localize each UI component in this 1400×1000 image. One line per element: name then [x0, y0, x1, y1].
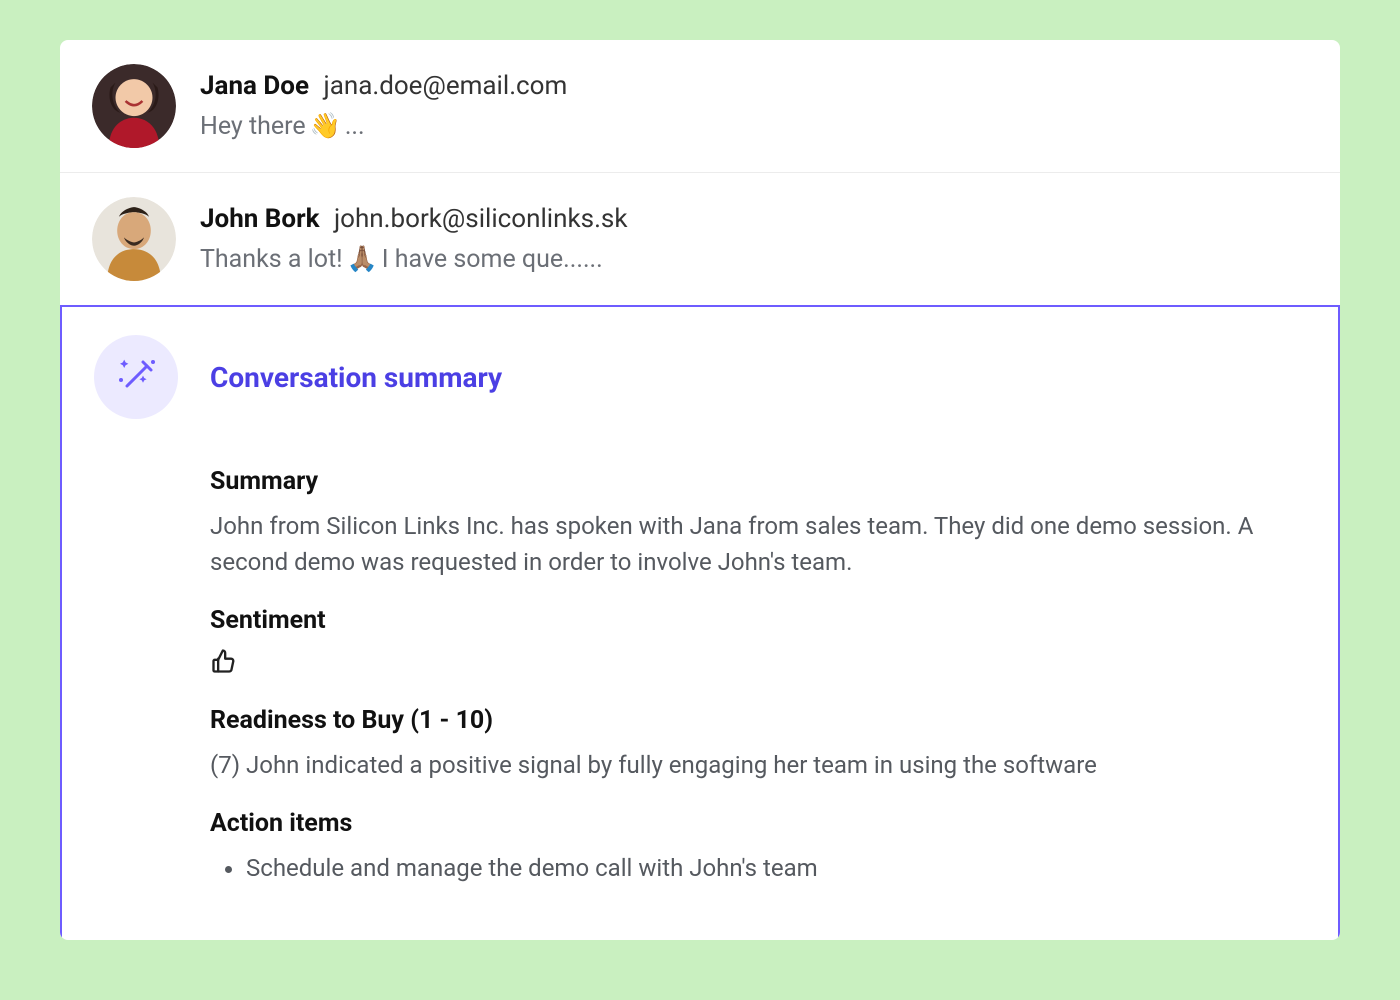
sender-email: jana.doe@email.com — [323, 71, 567, 101]
preview-text-pre: Hey there — [200, 112, 306, 141]
sender-name: Jana Doe — [200, 71, 309, 101]
summary-text: John from Silicon Links Inc. has spoken … — [210, 508, 1306, 580]
message-row[interactable]: Jana Doe jana.doe@email.com Hey there 👋 … — [60, 40, 1340, 173]
summary-header: Conversation summary — [94, 335, 1306, 419]
action-items-heading: Action items — [210, 809, 1306, 838]
summary-title: Conversation summary — [210, 361, 502, 394]
list-item: Schedule and manage the demo call with J… — [246, 850, 1306, 886]
preview-text-pre: Thanks a lot! — [200, 245, 343, 274]
message-body: Jana Doe jana.doe@email.com Hey there 👋 … — [200, 64, 1308, 141]
readiness-section: Readiness to Buy (1 - 10) (7) John indic… — [94, 706, 1306, 783]
message-body: John Bork john.bork@siliconlinks.sk Than… — [200, 197, 1308, 274]
thumbs-up-icon — [210, 647, 1306, 680]
preview-text-post: I have some que...... — [382, 245, 603, 274]
message-header: John Bork john.bork@siliconlinks.sk — [200, 203, 1308, 237]
conversation-card: Jana Doe jana.doe@email.com Hey there 👋 … — [60, 40, 1340, 940]
summary-section: Summary John from Silicon Links Inc. has… — [94, 467, 1306, 580]
wave-emoji-icon: 👋 — [310, 112, 341, 141]
action-items-section: Action items Schedule and manage the dem… — [94, 809, 1306, 886]
pray-emoji-icon: 🙏🏽 — [347, 245, 378, 274]
sender-name: John Bork — [200, 204, 319, 234]
avatar — [92, 64, 176, 148]
conversation-summary-panel: Conversation summary Summary John from S… — [60, 305, 1340, 940]
message-preview: Hey there 👋 ... — [200, 112, 1308, 141]
preview-text-post: ... — [345, 112, 365, 141]
summary-heading: Summary — [210, 467, 1306, 496]
sender-email: john.bork@siliconlinks.sk — [334, 204, 628, 234]
sentiment-section: Sentiment — [94, 606, 1306, 680]
message-row[interactable]: John Bork john.bork@siliconlinks.sk Than… — [60, 173, 1340, 305]
readiness-heading: Readiness to Buy (1 - 10) — [210, 706, 1306, 735]
avatar — [92, 197, 176, 281]
magic-wand-icon — [94, 335, 178, 419]
message-header: Jana Doe jana.doe@email.com — [200, 70, 1308, 104]
sentiment-heading: Sentiment — [210, 606, 1306, 635]
message-preview: Thanks a lot! 🙏🏽 I have some que...... — [200, 245, 1308, 274]
readiness-text: (7) John indicated a positive signal by … — [210, 747, 1306, 783]
action-items-list: Schedule and manage the demo call with J… — [210, 850, 1306, 886]
